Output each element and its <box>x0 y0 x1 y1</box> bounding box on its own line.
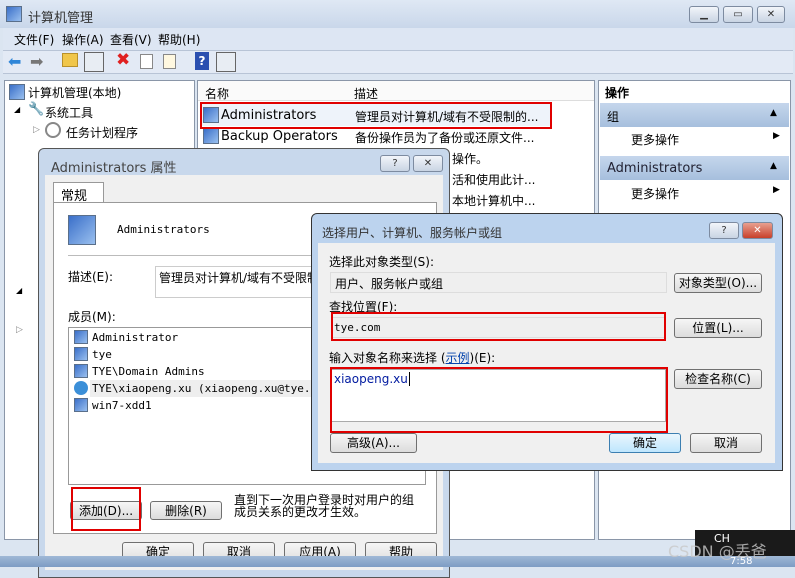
object-type-label: 选择此对象类型(S): <box>329 255 435 269</box>
actions-section-group[interactable] <box>600 103 789 127</box>
forward-icon[interactable]: ➡ <box>30 52 43 71</box>
table-row-name[interactable]: Backup Operators <box>221 129 338 144</box>
member-item[interactable]: TYE\xiaopeng.xu (xiaopeng.xu@tye.com) <box>92 382 337 395</box>
close-button[interactable]: ✕ <box>413 155 443 172</box>
title-bar <box>0 0 795 28</box>
object-type-field: 用户、服务帐户或组 <box>330 272 667 293</box>
add-button[interactable]: 添加(D)... <box>70 501 142 520</box>
cancel-button[interactable]: 取消 <box>690 433 762 453</box>
computer-icon <box>74 398 88 412</box>
tree-root[interactable]: 计算机管理(本地) <box>28 84 121 101</box>
ok-button[interactable]: 确定 <box>609 433 681 453</box>
column-desc[interactable]: 描述 <box>354 85 378 102</box>
show-tree-icon[interactable] <box>84 52 104 72</box>
window-title: 计算机管理 <box>28 11 94 26</box>
group-icon <box>203 107 219 123</box>
object-name-label: 输入对象名称来选择 (示例)(E): <box>329 349 495 366</box>
menu-action[interactable]: 操作(A) <box>62 31 104 48</box>
object-types-button[interactable]: 对象类型(O)... <box>674 273 762 293</box>
location-label: 查找位置(F): <box>329 300 398 314</box>
submenu-arrow-icon: ▶ <box>773 131 780 141</box>
collapse-icon[interactable]: ▷ <box>16 325 23 335</box>
help-icon[interactable]: ? <box>195 52 209 70</box>
table-row-desc: 本地计算机中... <box>452 194 536 208</box>
user-icon <box>74 330 88 344</box>
action-more[interactable]: 更多操作 <box>631 185 679 202</box>
tools-icon: 🔧 <box>28 102 45 117</box>
label-text: 输入对象名称来选择 ( <box>329 351 446 365</box>
close-button[interactable]: ✕ <box>742 222 773 239</box>
minimize-button[interactable]: ▁ <box>689 6 719 23</box>
remove-button[interactable]: 删除(R) <box>150 501 222 520</box>
members-label: 成员(M): <box>68 310 116 324</box>
menu-view[interactable]: 查看(V) <box>110 31 152 48</box>
help-button[interactable]: ? <box>380 155 410 172</box>
label-text: )(E): <box>469 351 496 365</box>
table-row-desc: 管理员对计算机/域有不受限制的... <box>355 110 539 124</box>
close-button[interactable]: ✕ <box>757 6 785 23</box>
table-row-desc: 操作。 <box>452 152 489 166</box>
note-text: 成员关系的更改才生效。 <box>234 505 367 519</box>
member-item[interactable]: Administrator <box>92 331 178 344</box>
collapse-up-icon[interactable]: ▲ <box>770 108 777 118</box>
user-icon <box>74 347 88 361</box>
location-field: tye.com <box>331 317 665 338</box>
table-row-name[interactable]: Administrators <box>221 108 316 123</box>
help-button[interactable]: ? <box>709 222 739 239</box>
group-icon <box>203 128 219 144</box>
tree-system-tools[interactable]: 系统工具 <box>45 104 93 121</box>
group-icon <box>68 215 96 245</box>
group-name: Administrators <box>117 223 210 236</box>
properties-icon[interactable] <box>140 54 153 69</box>
advanced-button[interactable]: 高级(A)... <box>330 433 417 453</box>
menu-file[interactable]: 文件(F) <box>14 31 54 48</box>
properties-title: Administrators 属性 <box>51 161 177 176</box>
expand-icon[interactable]: ◢ <box>14 105 20 114</box>
column-name[interactable]: 名称 <box>205 85 229 102</box>
actions-section-title: Administrators <box>607 161 703 176</box>
check-names-button[interactable]: 检查名称(C) <box>674 369 762 389</box>
delete-icon[interactable]: ✖ <box>116 50 130 70</box>
expand-icon[interactable]: ◢ <box>16 286 22 295</box>
object-name-value: xiaopeng.xu <box>334 372 408 386</box>
export-icon[interactable] <box>163 54 176 69</box>
show-action-pane-icon[interactable] <box>216 52 236 72</box>
tree-task-scheduler[interactable]: 任务计划程序 <box>66 124 138 141</box>
table-row-desc: 备份操作员为了备份或还原文件... <box>355 131 535 145</box>
clock-icon <box>45 122 61 138</box>
collapse-up-icon[interactable]: ▲ <box>770 161 777 171</box>
actions-section-title: 组 <box>607 110 620 124</box>
menu-help[interactable]: 帮助(H) <box>158 31 200 48</box>
list-header <box>198 81 594 101</box>
actions-header: 操作 <box>605 86 630 100</box>
up-folder-icon[interactable] <box>62 53 78 67</box>
locations-button[interactable]: 位置(L)... <box>674 318 762 338</box>
back-icon[interactable]: ⬅ <box>8 52 21 71</box>
table-row-desc: 活和使用此计... <box>452 173 536 187</box>
member-item[interactable]: win7-xdd1 <box>92 399 152 412</box>
examples-link[interactable]: 示例 <box>446 351 470 365</box>
computer-management-icon <box>6 6 22 22</box>
select-title: 选择用户、计算机、服务帐户或组 <box>322 226 503 240</box>
member-item[interactable]: tye <box>92 348 112 361</box>
computer-icon <box>9 84 25 100</box>
maximize-button[interactable]: ▭ <box>723 6 753 23</box>
collapse-icon[interactable]: ▷ <box>33 125 40 135</box>
action-more[interactable]: 更多操作 <box>631 131 679 148</box>
tab-general[interactable]: 常规 <box>53 182 104 204</box>
object-name-input[interactable]: xiaopeng.xu <box>330 369 666 422</box>
watermark: CSDN @丢爸 <box>668 542 767 561</box>
submenu-arrow-icon: ▶ <box>773 185 780 195</box>
desc-label: 描述(E): <box>68 270 113 284</box>
group-icon <box>74 364 88 378</box>
domain-user-icon <box>74 381 88 395</box>
member-item[interactable]: TYE\Domain Admins <box>92 365 205 378</box>
